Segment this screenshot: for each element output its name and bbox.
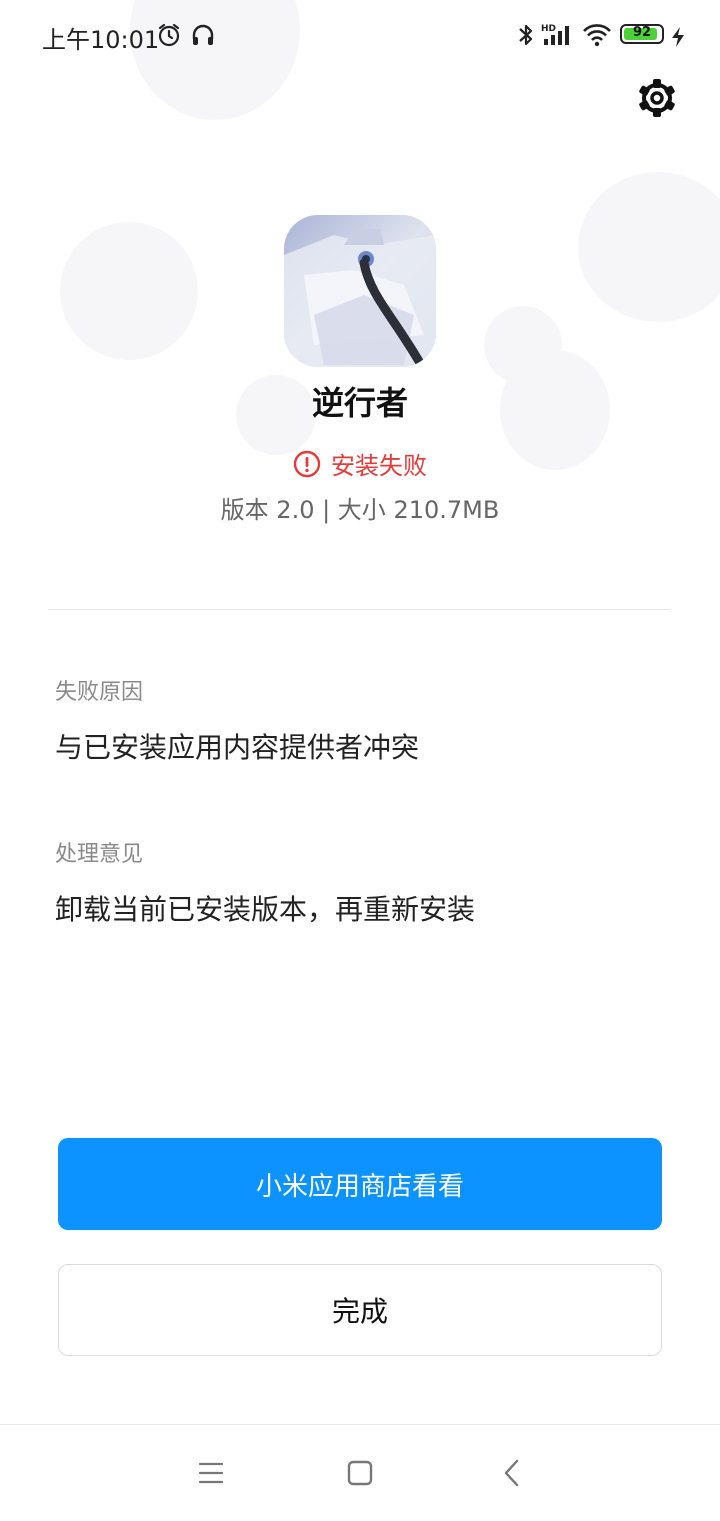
failure-reason-value: 与已安装应用内容提供者冲突 bbox=[55, 731, 420, 764]
alarm-icon bbox=[158, 23, 180, 47]
status-bar: 上午10:01 HD 92 bbox=[0, 0, 720, 70]
open-app-store-button[interactable]: 小米应用商店看看 bbox=[58, 1138, 662, 1230]
svg-text:HD: HD bbox=[541, 24, 556, 34]
bluetooth-icon bbox=[519, 24, 533, 46]
battery-level: 92 bbox=[632, 25, 652, 40]
headset-icon bbox=[192, 24, 214, 45]
gear-icon[interactable] bbox=[632, 73, 682, 123]
divider bbox=[48, 609, 671, 610]
advice-value: 卸载当前已安装版本，再重新安装 bbox=[55, 893, 476, 926]
app-icon bbox=[284, 215, 436, 367]
install-status: 安装失败 bbox=[0, 446, 720, 481]
background-decoration bbox=[60, 222, 198, 360]
version-info: 版本 2.0 | 大小 210.7MB bbox=[220, 496, 500, 524]
menu-icon[interactable] bbox=[190, 1453, 230, 1493]
done-button[interactable]: 完成 bbox=[58, 1264, 662, 1356]
background-decoration bbox=[578, 172, 720, 322]
battery-icon: 92 bbox=[620, 24, 664, 44]
failure-reason-label: 失败原因 bbox=[55, 680, 144, 705]
app-name: 逆行者 bbox=[311, 384, 408, 422]
wifi-icon bbox=[583, 24, 611, 47]
error-icon bbox=[293, 450, 321, 477]
hd-signal-icon: HD bbox=[541, 24, 569, 45]
install-status-text: 安装失败 bbox=[331, 452, 427, 480]
home-icon[interactable] bbox=[340, 1453, 380, 1493]
charging-icon bbox=[672, 27, 684, 47]
advice-label: 处理意见 bbox=[55, 842, 144, 867]
status-time: 上午10:01 bbox=[42, 26, 160, 54]
navigation-bar bbox=[0, 1424, 720, 1521]
back-icon[interactable] bbox=[492, 1453, 532, 1493]
